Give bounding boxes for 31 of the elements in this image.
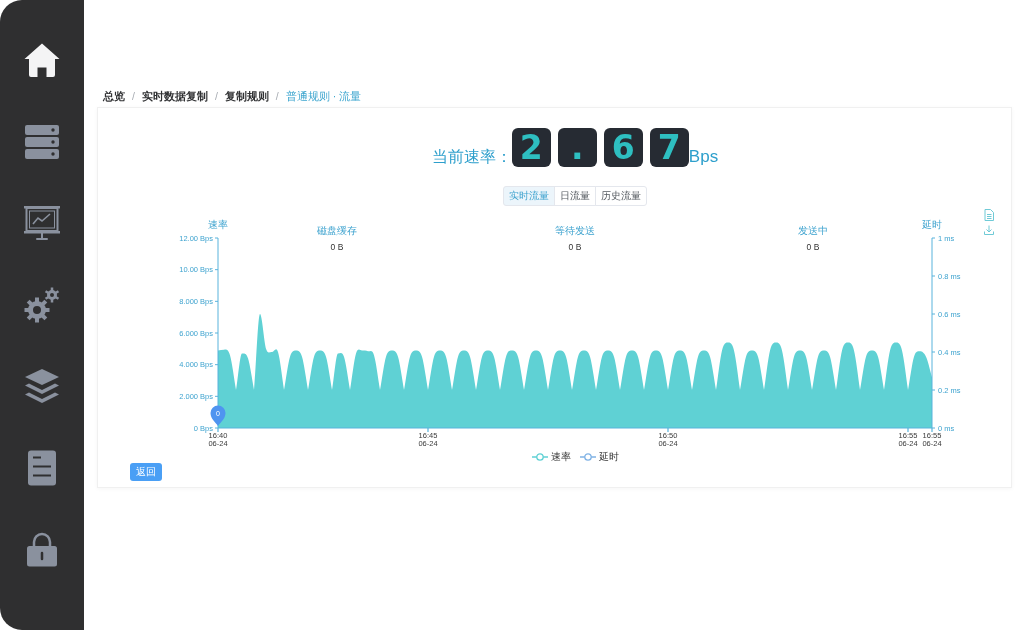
stat-value: 0 B bbox=[806, 242, 820, 252]
breadcrumb-separator: / bbox=[275, 89, 279, 104]
breadcrumb-separator: / bbox=[214, 89, 218, 104]
stat-label: 发送中 bbox=[798, 225, 828, 236]
server-stack-icon[interactable] bbox=[24, 123, 60, 160]
legend-label[interactable]: 延时 bbox=[598, 450, 619, 463]
digit-tile: 6 bbox=[603, 128, 643, 167]
axis-title: 速率 bbox=[208, 219, 228, 230]
tab[interactable]: 日流量 bbox=[554, 186, 596, 206]
breadcrumb-separator: / bbox=[132, 89, 135, 104]
layers-icon[interactable] bbox=[24, 368, 60, 404]
breadcrumb-link[interactable]: 总览 bbox=[103, 88, 125, 104]
breadcrumb-link[interactable]: 实时数据复制 bbox=[141, 88, 208, 104]
digit-tile: 2 bbox=[511, 128, 551, 167]
axis-title: 延时 bbox=[922, 219, 942, 230]
rate-label: 当前速率： bbox=[431, 147, 512, 167]
gears-icon[interactable] bbox=[24, 286, 60, 323]
breadcrumb-current-page: 普通规则 · 流量 bbox=[285, 89, 362, 104]
stat-label: 磁盘缓存 bbox=[317, 225, 357, 236]
rate-unit: Bps bbox=[688, 147, 719, 167]
legend-label[interactable]: 速率 bbox=[550, 450, 571, 463]
padlock-icon[interactable] bbox=[24, 531, 60, 567]
stat-value: 0 B bbox=[330, 242, 344, 252]
stat-value: 0 B bbox=[568, 242, 582, 252]
home-icon[interactable] bbox=[24, 42, 60, 78]
digit-tile: 7 bbox=[649, 128, 689, 167]
tab[interactable]: 历史流量 bbox=[595, 186, 647, 206]
breadcrumb-link[interactable]: 复制规则 bbox=[224, 88, 269, 104]
presentation-board-icon[interactable] bbox=[24, 205, 60, 241]
stat-label: 等待发送 bbox=[555, 225, 595, 236]
digit-tile: . bbox=[557, 128, 597, 167]
